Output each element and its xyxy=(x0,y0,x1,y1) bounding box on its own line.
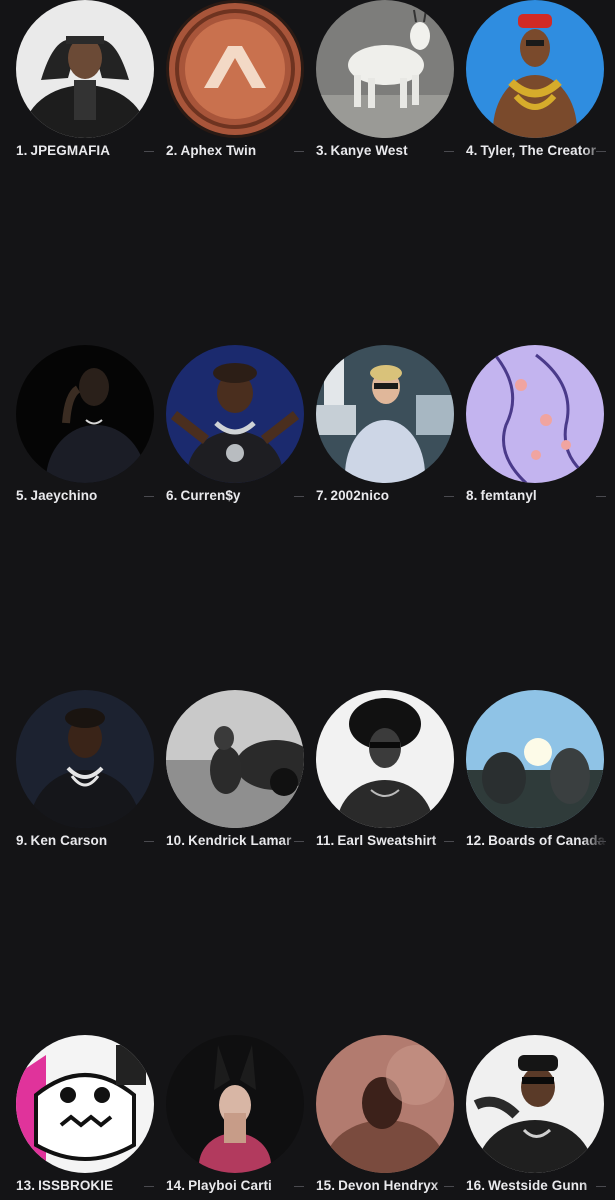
divider xyxy=(294,1186,304,1187)
artist-rank: 9. xyxy=(16,833,28,848)
artist-name[interactable]: Ken Carson xyxy=(30,833,107,848)
artist-label: 12. Boards of Canada xyxy=(466,831,606,851)
artist-rank: 3. xyxy=(316,143,328,158)
artist-rank: 4. xyxy=(466,143,478,158)
artist-label: 15. Devon Hendryx xyxy=(316,1176,456,1196)
artist-name[interactable]: Kanye West xyxy=(330,143,407,158)
artist-avatar[interactable] xyxy=(166,0,304,138)
artist-avatar[interactable] xyxy=(316,690,454,828)
divider xyxy=(294,496,304,497)
artist-name[interactable]: ISSBROKIE xyxy=(38,1178,113,1193)
artist-rank: 7. xyxy=(316,488,328,503)
artist-avatar[interactable] xyxy=(466,690,604,828)
artist-avatar[interactable] xyxy=(466,1035,604,1173)
divider xyxy=(444,841,454,842)
artist-label: 9. Ken Carson xyxy=(16,831,156,851)
divider xyxy=(596,1186,606,1187)
artist-rank: 13. xyxy=(16,1178,36,1193)
artist-avatar[interactable] xyxy=(16,0,154,138)
artist-label: 4. Tyler, The Creator xyxy=(466,141,606,161)
divider xyxy=(444,496,454,497)
artist-label: 1. JPEGMAFIA xyxy=(16,141,156,161)
artist-avatar[interactable] xyxy=(316,0,454,138)
artist-rank: 2. xyxy=(166,143,178,158)
artist-label: 13. ISSBROKIE xyxy=(16,1176,156,1196)
divider xyxy=(444,1186,454,1187)
artist-name[interactable]: femtanyl xyxy=(480,488,536,503)
divider xyxy=(144,841,154,842)
artist-name[interactable]: Tyler, The Creator xyxy=(480,143,596,158)
artist-name[interactable]: Devon Hendryx xyxy=(338,1178,438,1193)
artist-avatar[interactable] xyxy=(166,345,304,483)
artist-label: 6. Curren$y xyxy=(166,486,306,506)
artist-avatar[interactable] xyxy=(466,345,604,483)
artist-label: 7. 2002nico xyxy=(316,486,456,506)
divider xyxy=(294,841,304,842)
divider xyxy=(596,841,606,842)
artist-avatar[interactable] xyxy=(16,1035,154,1173)
artist-avatar[interactable] xyxy=(166,690,304,828)
artist-name[interactable]: Aphex Twin xyxy=(180,143,256,158)
divider xyxy=(144,496,154,497)
artist-label: 3. Kanye West xyxy=(316,141,456,161)
divider xyxy=(294,151,304,152)
artist-rank: 8. xyxy=(466,488,478,503)
artist-label: 10. Kendrick Lamar xyxy=(166,831,306,851)
artist-label: 5. Jaeychino xyxy=(16,486,156,506)
artist-rank: 6. xyxy=(166,488,178,503)
artist-name[interactable]: Earl Sweatshirt xyxy=(337,833,436,848)
artist-name[interactable]: 2002nico xyxy=(330,488,389,503)
artist-label: 8. femtanyl xyxy=(466,486,606,506)
artist-name[interactable]: Westside Gunn xyxy=(488,1178,587,1193)
artist-avatar[interactable] xyxy=(16,690,154,828)
divider xyxy=(144,1186,154,1187)
artist-name[interactable]: Playboi Carti xyxy=(188,1178,272,1193)
artist-name[interactable]: Kendrick Lamar xyxy=(188,833,291,848)
top-artists-grid: 1. JPEGMAFIA 2. Aphex Twin 3. Kanye West… xyxy=(0,0,615,1200)
artist-label: 16. Westside Gunn xyxy=(466,1176,606,1196)
artist-name[interactable]: Curren$y xyxy=(180,488,240,503)
artist-rank: 12. xyxy=(466,833,486,848)
artist-rank: 11. xyxy=(316,833,335,848)
artist-rank: 10. xyxy=(166,833,186,848)
divider xyxy=(444,151,454,152)
artist-rank: 15. xyxy=(316,1178,336,1193)
artist-rank: 5. xyxy=(16,488,28,503)
artist-label: 2. Aphex Twin xyxy=(166,141,306,161)
artist-name[interactable]: JPEGMAFIA xyxy=(30,143,110,158)
artist-avatar[interactable] xyxy=(16,345,154,483)
artist-label: 14. Playboi Carti xyxy=(166,1176,306,1196)
artist-label: 11. Earl Sweatshirt xyxy=(316,831,456,851)
artist-rank: 1. xyxy=(16,143,28,158)
artist-avatar[interactable] xyxy=(316,345,454,483)
artist-name[interactable]: Jaeychino xyxy=(30,488,97,503)
artist-avatar[interactable] xyxy=(466,0,604,138)
divider xyxy=(596,151,606,152)
artist-rank: 14. xyxy=(166,1178,186,1193)
divider xyxy=(596,496,606,497)
artist-avatar[interactable] xyxy=(316,1035,454,1173)
artist-rank: 16. xyxy=(466,1178,486,1193)
divider xyxy=(144,151,154,152)
artist-avatar[interactable] xyxy=(166,1035,304,1173)
